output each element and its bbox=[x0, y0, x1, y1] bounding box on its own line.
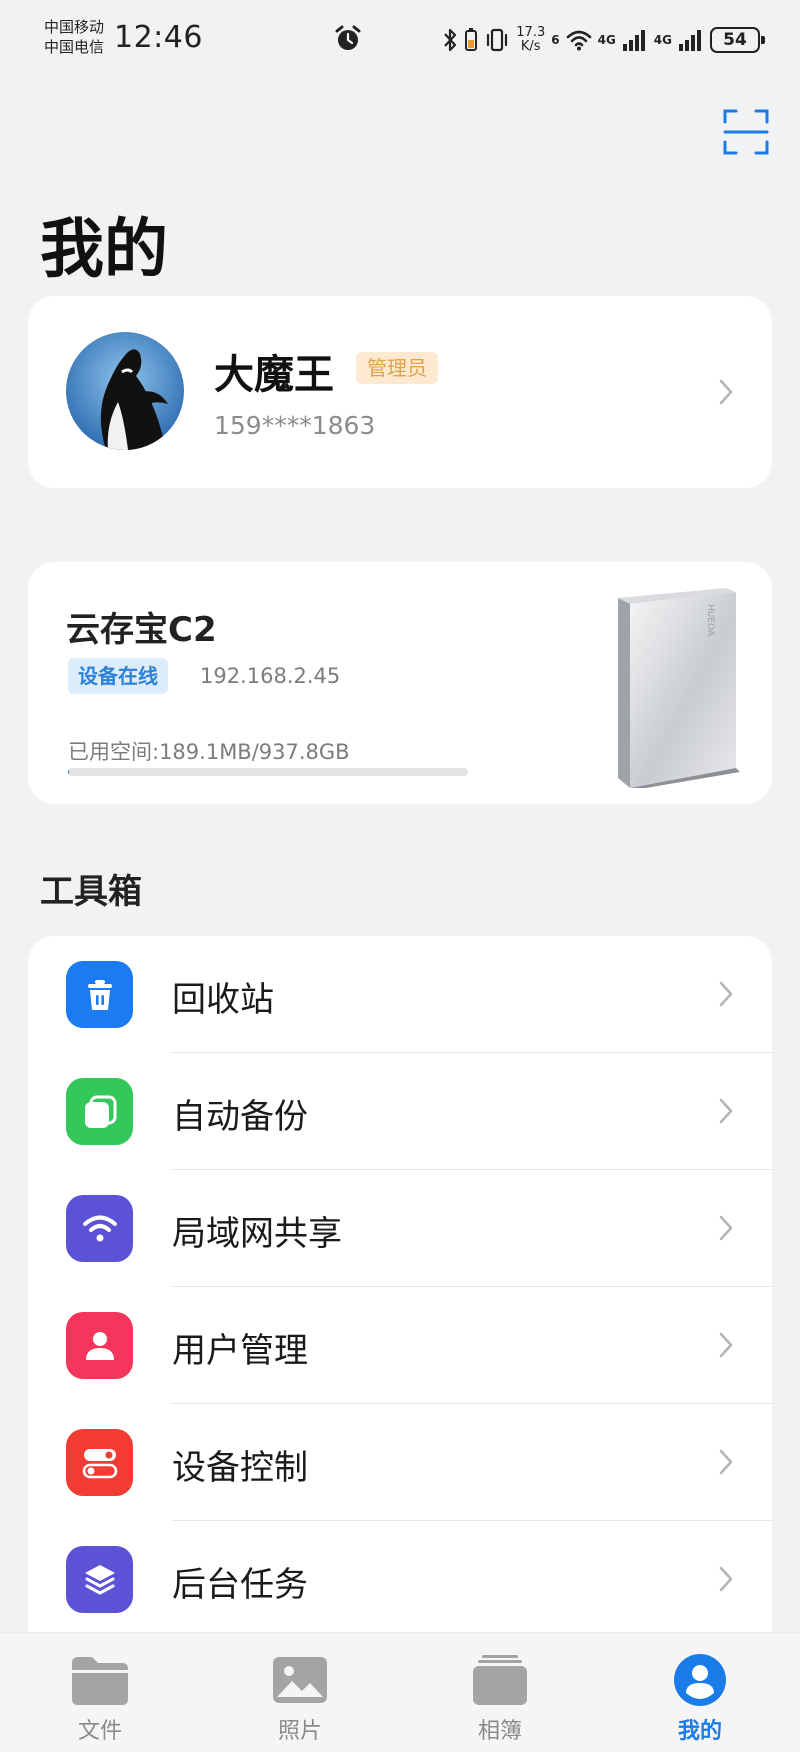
alarm-icon bbox=[335, 25, 361, 50]
device-card[interactable]: 云存宝C2 设备在线 192.168.2.45 已用空间:189.1MB/937… bbox=[28, 562, 772, 804]
battery-saver-icon bbox=[465, 28, 478, 51]
carrier-1: 中国移动 bbox=[44, 18, 105, 36]
page-title: 我的 bbox=[40, 213, 168, 287]
profile-card[interactable]: 大魔王 管理员 159****1863 bbox=[28, 296, 772, 488]
toolbox-title: 工具箱 bbox=[40, 872, 142, 912]
device-status-badge: 设备在线 bbox=[68, 658, 168, 694]
trash-icon bbox=[66, 961, 133, 1028]
status-bar: 中国移动 中国电信 12:46 17.3 K/s 6 4G 4G 54 bbox=[0, 0, 800, 80]
carrier-2: 中国电信 bbox=[44, 38, 105, 56]
tool-label: 自动备份 bbox=[172, 1097, 308, 1137]
tool-label: 设备控制 bbox=[172, 1448, 308, 1488]
nav-item-files[interactable]: 文件 bbox=[30, 1633, 170, 1752]
chevron-right-icon bbox=[719, 1449, 733, 1475]
status-icons: 17.3 K/s 6 4G 4G 54 bbox=[442, 22, 765, 58]
nav-label: 照片 bbox=[277, 1719, 322, 1744]
wifi-share-icon bbox=[66, 1195, 133, 1262]
tool-label: 后台任务 bbox=[172, 1565, 308, 1605]
battery-icon: 54 bbox=[710, 27, 765, 53]
net-speed-value: 17.3 bbox=[516, 25, 546, 40]
tool-label: 局域网共享 bbox=[172, 1214, 342, 1254]
storage-usage-text: 已用空间:189.1MB/937.8GB bbox=[68, 740, 350, 764]
tool-label: 用户管理 bbox=[172, 1331, 308, 1371]
signal-1-label: 4G bbox=[597, 33, 616, 47]
chevron-right-icon bbox=[719, 1098, 733, 1124]
chevron-right-icon bbox=[719, 1332, 733, 1358]
device-ip: 192.168.2.45 bbox=[200, 664, 341, 688]
nav-label: 相簿 bbox=[477, 1719, 522, 1744]
signal-2-label: 4G bbox=[653, 33, 672, 47]
avatar[interactable] bbox=[66, 332, 184, 450]
bluetooth-icon bbox=[444, 28, 457, 52]
nav-item-albums[interactable]: 相簿 bbox=[430, 1633, 570, 1752]
chevron-right-icon bbox=[719, 1566, 733, 1592]
chevron-right-icon bbox=[719, 981, 733, 1007]
nav-item-photos[interactable]: 照片 bbox=[230, 1633, 370, 1752]
tool-item-background-tasks[interactable]: 后台任务 bbox=[28, 1521, 772, 1638]
profile-icon bbox=[674, 1654, 726, 1706]
backup-icon bbox=[66, 1078, 133, 1145]
wifi-label: 6 bbox=[551, 33, 560, 47]
signal-icon bbox=[622, 30, 645, 51]
tool-item-lan-share[interactable]: 局域网共享 bbox=[28, 1170, 772, 1287]
tool-item-user-management[interactable]: 用户管理 bbox=[28, 1287, 772, 1404]
role-badge: 管理员 bbox=[356, 352, 438, 384]
user-icon bbox=[66, 1312, 133, 1379]
storage-progress-bar bbox=[68, 768, 468, 776]
device-image: HUEOA bbox=[618, 588, 740, 788]
wifi-icon bbox=[566, 30, 591, 51]
nav-item-me[interactable]: 我的 bbox=[630, 1633, 770, 1752]
layers-icon bbox=[66, 1546, 133, 1613]
chevron-right-icon bbox=[719, 1215, 733, 1241]
net-speed: 17.3 K/s bbox=[516, 26, 545, 54]
vibrate-icon bbox=[487, 28, 508, 52]
nav-label: 文件 bbox=[77, 1719, 122, 1744]
battery-level: 54 bbox=[723, 30, 747, 50]
bottom-nav: 文件 照片 相簿 我的 bbox=[0, 1632, 800, 1752]
tool-item-device-control[interactable]: 设备控制 bbox=[28, 1404, 772, 1521]
chevron-right-icon bbox=[719, 379, 733, 405]
tool-item-auto-backup[interactable]: 自动备份 bbox=[28, 1053, 772, 1170]
signal-icon-2 bbox=[679, 30, 701, 51]
photo-icon bbox=[273, 1657, 327, 1703]
device-brand-text: HUEOA bbox=[705, 604, 715, 637]
album-icon bbox=[473, 1655, 527, 1705]
device-name: 云存宝C2 bbox=[66, 610, 217, 650]
net-speed-unit: K/s bbox=[520, 39, 541, 54]
tool-item-recycle-bin[interactable]: 回收站 bbox=[28, 936, 772, 1053]
status-clock: 12:46 bbox=[114, 20, 203, 55]
carrier-labels: 中国移动 中国电信 bbox=[44, 17, 104, 57]
scan-icon[interactable] bbox=[722, 108, 770, 156]
folder-icon bbox=[72, 1657, 128, 1705]
nav-label: 我的 bbox=[677, 1719, 722, 1744]
user-name: 大魔王 bbox=[214, 352, 334, 398]
toolbox-list: 回收站 自动备份 局域网共享 用户管理 设备控制 后台任务 bbox=[28, 936, 772, 1752]
user-phone: 159****1863 bbox=[214, 411, 376, 440]
tool-label: 回收站 bbox=[172, 980, 274, 1020]
toggle-icon bbox=[66, 1429, 133, 1496]
